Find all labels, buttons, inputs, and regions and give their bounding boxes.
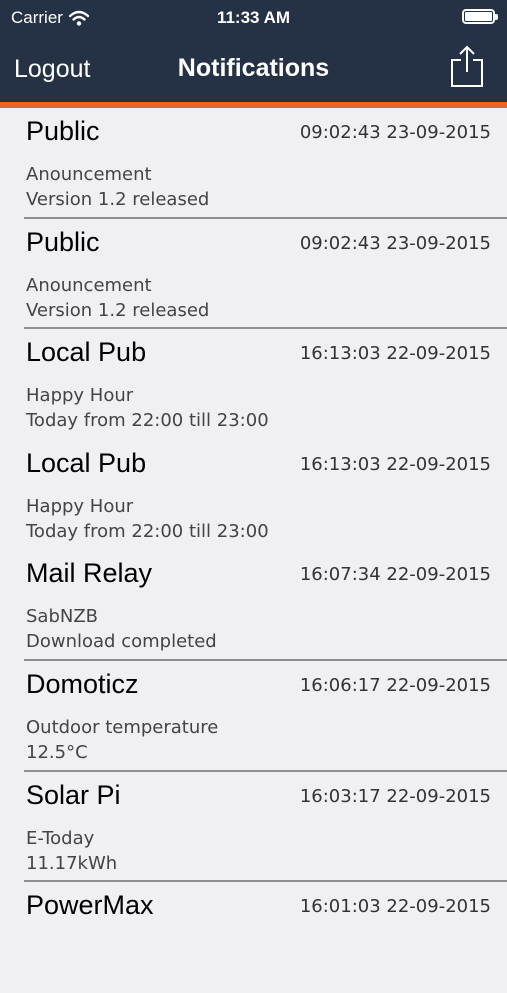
notification-timestamp: 16:13:03 22-09-2015 — [299, 343, 491, 365]
notification-row[interactable]: Solar Pi 16:03:17 22-09-2015 E-Today 11.… — [24, 772, 507, 883]
notification-title: PowerMax — [26, 890, 154, 921]
notification-row[interactable]: Public 09:02:43 23-09-2015 Anouncement V… — [24, 219, 507, 330]
notification-subtitle: SabNZB — [26, 606, 99, 628]
notification-body: Version 1.2 released — [26, 299, 210, 321]
notification-list[interactable]: Public 09:02:43 23-09-2015 Anouncement V… — [0, 108, 507, 993]
notification-title: Local Pub — [26, 447, 147, 478]
notification-row[interactable]: Mail Relay 16:07:34 22-09-2015 SabNZB Do… — [24, 550, 507, 661]
notification-row[interactable]: Local Pub 16:13:03 22-09-2015 Happy Hour… — [24, 329, 507, 440]
notification-row[interactable]: Public 09:02:43 23-09-2015 Anouncement V… — [24, 108, 507, 219]
notification-title: Mail Relay — [26, 558, 153, 589]
notification-timestamp: 16:06:17 22-09-2015 — [299, 674, 491, 696]
notification-title: Solar Pi — [26, 779, 121, 810]
notification-body: Version 1.2 released — [26, 189, 210, 210]
notification-title: Domoticz — [26, 668, 139, 699]
logout-button[interactable]: Logout — [14, 55, 90, 84]
notification-row[interactable]: Local Pub 16:13:03 22-09-2015 Happy Hour… — [24, 440, 507, 551]
notification-subtitle: Happy Hour — [26, 385, 134, 407]
notification-body: 12.5°C — [26, 741, 88, 763]
notification-title: Public — [26, 116, 100, 146]
status-bar: Carrier 11:33 AM — [0, 0, 507, 36]
navigation-bar: Logout Notifications — [0, 36, 507, 102]
notification-row[interactable]: Domoticz 16:06:17 22-09-2015 Outdoor tem… — [24, 661, 507, 772]
battery-icon — [462, 9, 498, 24]
notification-body: Today from 22:00 till 23:00 — [26, 410, 269, 432]
notification-timestamp: 09:02:43 23-09-2015 — [299, 122, 491, 143]
notification-timestamp: 16:01:03 22-09-2015 — [299, 896, 491, 918]
share-icon[interactable] — [449, 44, 485, 88]
notification-row[interactable]: PowerMax 16:01:03 22-09-2015 — [24, 882, 507, 993]
notification-timestamp: 16:03:17 22-09-2015 — [299, 785, 491, 807]
notification-timestamp: 09:02:43 23-09-2015 — [299, 232, 491, 254]
notification-body: Download completed — [26, 631, 217, 653]
notification-subtitle: Anouncement — [26, 274, 152, 296]
notification-body: 11.17kWh — [26, 852, 118, 874]
clock: 11:33 AM — [216, 8, 291, 27]
notification-subtitle: Outdoor temperature — [26, 716, 219, 738]
notification-subtitle: E-Today — [26, 827, 95, 849]
notification-timestamp: 16:13:03 22-09-2015 — [299, 453, 491, 475]
notification-title: Local Pub — [26, 337, 147, 368]
notification-body: Today from 22:00 till 23:00 — [26, 520, 269, 542]
notification-subtitle: Happy Hour — [26, 495, 134, 517]
notification-subtitle: Anouncement — [26, 164, 152, 185]
notification-timestamp: 16:07:34 22-09-2015 — [299, 564, 491, 586]
notification-title: Public — [26, 226, 100, 257]
